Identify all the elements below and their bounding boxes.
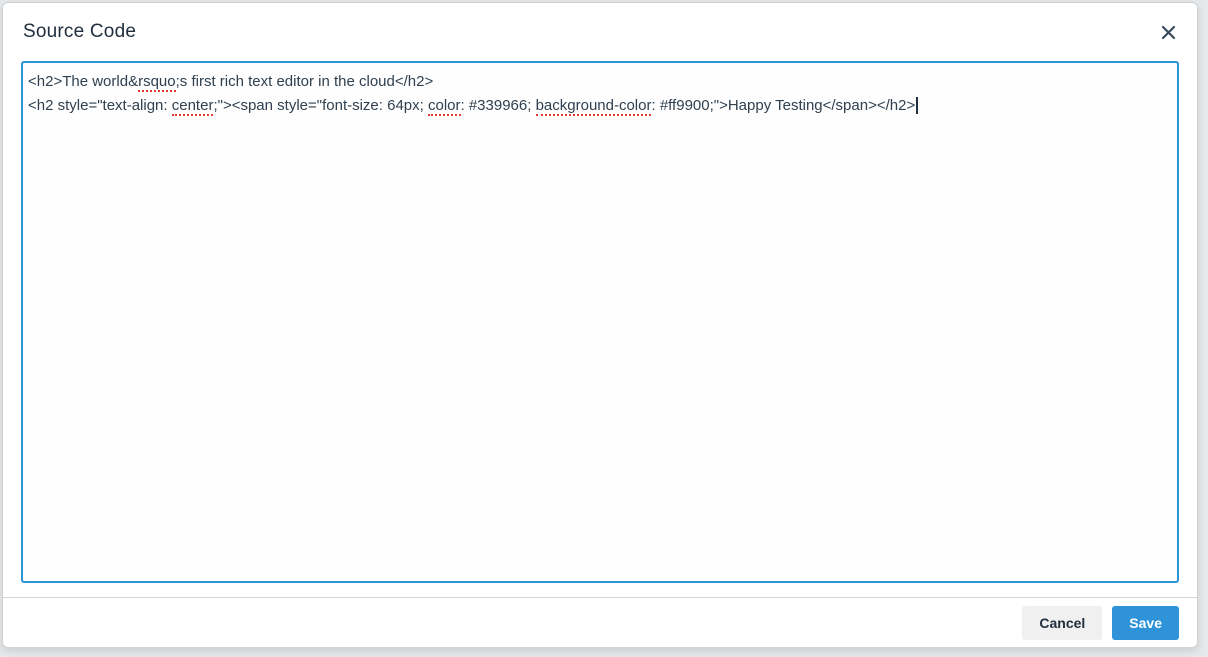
misspelled-word: color (427, 97, 461, 116)
code-line: <h2>The world&rsquo;s first rich text ed… (28, 70, 1172, 94)
code-line: <h2 style="text-align: center;"><span st… (28, 94, 1172, 118)
misspelled-word: center (171, 97, 214, 116)
text-caret (916, 97, 918, 114)
page-background: { "dialog": { "title": "Source Code" }, … (0, 0, 1208, 657)
source-code-dialog: Source Code <h2>The world&rsquo;s first … (2, 2, 1198, 648)
save-button[interactable]: Save (1112, 605, 1179, 640)
code-text: ;"><span style="font-size: 64px; (213, 97, 428, 114)
code-text: <h2>The world& (28, 73, 139, 90)
close-icon (1160, 24, 1177, 41)
close-button[interactable] (1156, 20, 1181, 45)
code-editor[interactable]: <h2>The world&rsquo;s first rich text ed… (21, 61, 1179, 583)
dialog-title: Source Code (23, 21, 137, 42)
code-text: ;s first rich text editor in the cloud</… (175, 73, 434, 90)
misspelled-word: background-color (535, 97, 652, 116)
dialog-header: Source Code (3, 3, 1197, 61)
code-text: : #ff9900;">Happy Testing</span></h2> (651, 97, 916, 114)
code-text: : #339966; (460, 97, 536, 114)
misspelled-word: rsquo (138, 73, 176, 92)
code-text: <h2 style="text-align: (28, 97, 172, 114)
cancel-button[interactable]: Cancel (1022, 605, 1103, 640)
dialog-footer: Cancel Save (3, 597, 1197, 647)
